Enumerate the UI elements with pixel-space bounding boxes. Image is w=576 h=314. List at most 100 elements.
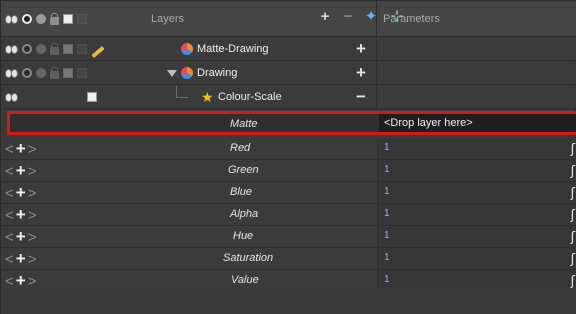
param-value-field[interactable]: 1 ʃ	[377, 182, 576, 203]
layer-name: Colour-Scale	[218, 91, 282, 103]
header-toggles	[5, 11, 87, 27]
next-keyframe-icon[interactable]: >	[28, 229, 37, 246]
color-swatch-icon[interactable]	[87, 92, 97, 102]
function-curve-icon[interactable]: ʃ	[571, 208, 575, 223]
collapse-triangle-icon[interactable]	[167, 70, 177, 77]
layer-toggles	[5, 67, 87, 79]
color-swatch-icon[interactable]	[63, 68, 73, 78]
column-divider	[376, 86, 377, 109]
keyframe-nav: < + >	[5, 161, 37, 181]
previous-keyframe-icon[interactable]: <	[5, 207, 14, 224]
param-row-hue[interactable]: < + > Hue 1 ʃ	[1, 226, 576, 248]
add-keyframe-icon[interactable]: +	[16, 183, 26, 203]
add-keyframe-icon[interactable]: +	[16, 205, 26, 225]
param-label: Value	[231, 274, 259, 286]
previous-keyframe-icon[interactable]: <	[5, 229, 14, 246]
visibility-icon[interactable]	[5, 44, 18, 54]
film-icon[interactable]	[77, 14, 87, 24]
function-curve-icon[interactable]: ʃ	[571, 274, 575, 289]
param-label: Saturation	[223, 252, 274, 264]
solo-icon[interactable]	[22, 44, 32, 54]
color-swatch-icon[interactable]	[63, 44, 73, 54]
previous-keyframe-icon[interactable]: <	[5, 163, 14, 180]
param-row-blue[interactable]: < + > Blue 1 ʃ	[1, 182, 576, 204]
next-keyframe-icon[interactable]: >	[28, 207, 37, 224]
keyframe-nav: < + >	[5, 227, 37, 247]
stack-icon[interactable]	[36, 68, 46, 78]
function-curve-icon[interactable]: ʃ	[571, 230, 575, 245]
param-value: 1	[384, 274, 390, 285]
param-value-field[interactable]: 1 ʃ	[377, 248, 576, 269]
header-divider	[376, 1, 377, 37]
param-label: Alpha	[230, 208, 259, 220]
param-label: Blue	[230, 186, 253, 198]
matte-label: Matte	[230, 118, 258, 130]
solo-icon[interactable]	[22, 14, 32, 24]
param-row-green[interactable]: < + > Green 1 ʃ	[1, 160, 576, 182]
param-row-red[interactable]: < + > Red 1 ʃ	[1, 138, 576, 160]
add-keyframe-icon[interactable]: +	[16, 161, 26, 181]
add-layer-button[interactable]: +	[353, 64, 369, 82]
next-keyframe-icon[interactable]: >	[28, 185, 37, 202]
layer-row-colour-scale[interactable]: ★ Colour-Scale −	[1, 86, 576, 109]
next-keyframe-icon[interactable]: >	[28, 163, 37, 180]
film-icon[interactable]	[77, 68, 87, 78]
param-value-field[interactable]: 1 ʃ	[377, 160, 576, 181]
stack-icon[interactable]	[36, 14, 46, 24]
function-curve-icon[interactable]: ʃ	[571, 252, 575, 267]
param-value-field[interactable]: 1 ʃ	[377, 138, 576, 159]
param-row-saturation[interactable]: < + > Saturation 1 ʃ	[1, 248, 576, 270]
lock-icon[interactable]	[50, 67, 59, 79]
previous-keyframe-icon[interactable]: <	[5, 251, 14, 268]
add-keyframe-icon[interactable]: +	[16, 249, 26, 269]
param-value: 1	[384, 164, 390, 175]
function-curve-icon[interactable]: ʃ	[571, 142, 575, 157]
param-value-field[interactable]: 1 ʃ	[377, 204, 576, 225]
layer-toggles	[5, 92, 18, 102]
color-swatch-icon[interactable]	[63, 14, 73, 24]
layer-name: Drawing	[197, 67, 238, 79]
next-keyframe-icon[interactable]: >	[28, 251, 37, 268]
add-keyframe-icon[interactable]: +	[16, 227, 26, 247]
show-all-eyes-icon[interactable]	[5, 14, 18, 24]
add-layer-icon[interactable]: +	[317, 9, 333, 25]
solo-icon[interactable]	[22, 68, 32, 78]
layer-toggles	[5, 43, 105, 59]
layers-header-label: Layers	[151, 13, 185, 25]
keyframe-nav: < + >	[5, 183, 37, 203]
visibility-icon[interactable]	[5, 92, 18, 102]
layer-row-matte-drawing[interactable]: Matte-Drawing +	[1, 38, 576, 61]
tree-connector	[176, 86, 188, 98]
param-row-alpha[interactable]: < + > Alpha 1 ʃ	[1, 204, 576, 226]
drawing-layer-icon	[181, 43, 193, 55]
keyframe-nav: < + >	[5, 205, 37, 225]
previous-keyframe-icon[interactable]: <	[5, 141, 14, 158]
param-value: 1	[384, 230, 390, 241]
param-label: Red	[230, 142, 251, 154]
lock-icon[interactable]	[50, 43, 59, 55]
pencil-icon[interactable]	[91, 45, 105, 59]
previous-keyframe-icon[interactable]: <	[5, 273, 14, 290]
column-divider	[376, 62, 377, 85]
param-value: 1	[384, 252, 390, 263]
next-keyframe-icon[interactable]: >	[28, 141, 37, 158]
layer-name: Matte-Drawing	[197, 43, 269, 55]
next-keyframe-icon[interactable]: >	[28, 273, 37, 290]
function-curve-icon[interactable]: ʃ	[571, 164, 575, 179]
collapse-layer-button[interactable]: −	[353, 88, 369, 106]
add-keyframe-icon[interactable]: +	[16, 139, 26, 159]
layer-row-drawing[interactable]: Drawing +	[1, 62, 576, 85]
remove-layer-icon[interactable]: −	[343, 9, 353, 25]
function-curve-icon[interactable]: ʃ	[571, 186, 575, 201]
film-icon[interactable]	[77, 44, 87, 54]
matte-drop-target[interactable]: <Drop layer here>	[379, 114, 576, 132]
stack-icon[interactable]	[36, 44, 46, 54]
matte-port-row[interactable]: Matte <Drop layer here>	[7, 111, 576, 135]
previous-keyframe-icon[interactable]: <	[5, 185, 14, 202]
drawing-layer-icon	[181, 67, 193, 79]
visibility-icon[interactable]	[5, 68, 18, 78]
param-value-field[interactable]: 1 ʃ	[377, 226, 576, 247]
add-layer-button[interactable]: +	[353, 40, 369, 58]
parameters-header-label: Parameters	[383, 13, 440, 25]
lock-all-icon[interactable]	[50, 13, 59, 25]
